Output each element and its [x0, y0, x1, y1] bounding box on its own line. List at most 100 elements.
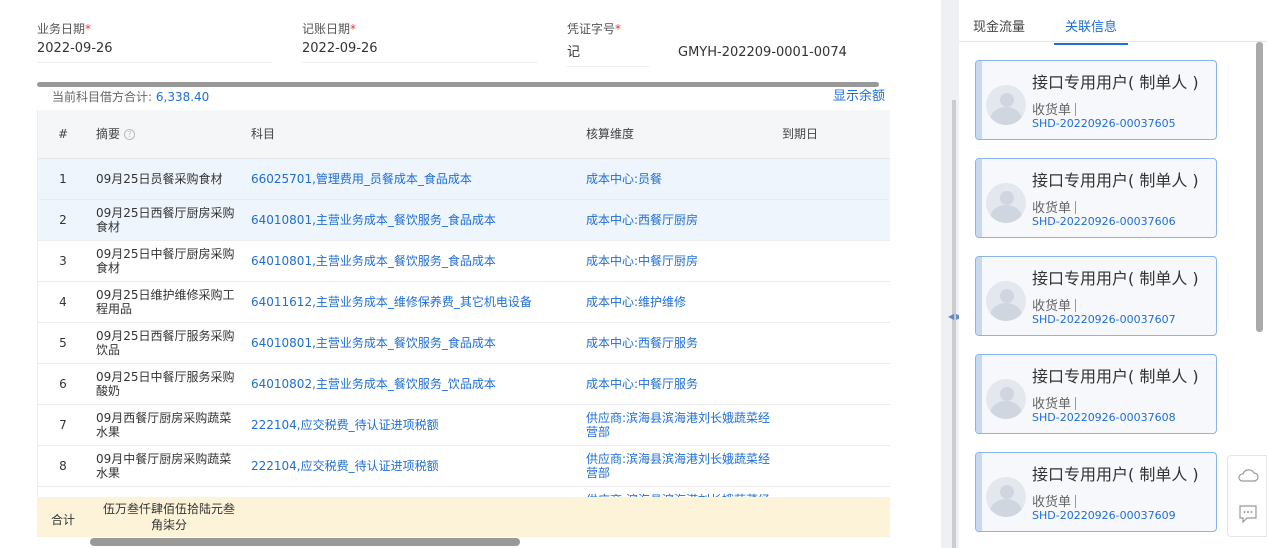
cloud-icon[interactable] [1236, 464, 1260, 488]
row-summary[interactable]: 09月25日中餐厅厨房采购食材 [88, 240, 243, 282]
chat-bubble-icon[interactable] [1236, 502, 1260, 526]
row-summary[interactable]: 09月中餐厅厨房采购蔬菜水果 [88, 445, 243, 487]
row-subject[interactable]: 64010801,主营业务成本_餐饮服务_食品成本 [243, 322, 578, 364]
related-doc-card[interactable]: 接口专用用户( 制单人 ) 收货单 SHD-20220926-00037607 [975, 256, 1217, 336]
right-tabs: 现金流量 关联信息 [959, 16, 1267, 45]
related-doc-card[interactable]: 接口专用用户( 制单人 ) 收货单 SHD-20220926-00037605 [975, 60, 1217, 140]
show-balance-link[interactable]: 显示余额 [833, 85, 885, 104]
card-doc-type-label: 收货单 [1032, 201, 1072, 216]
row-due-date[interactable] [778, 445, 873, 487]
table-row[interactable]: 6 09月25日中餐厅服务采购酸奶 64010802,主营业务成本_餐饮服务_饮… [38, 363, 890, 405]
row-dimension[interactable]: 供应商:滨海县滨海港刘长娥蔬菜经营部 [578, 445, 778, 487]
row-index: 8 [38, 445, 88, 487]
row-dimension[interactable]: 成本中心:中餐厅服务 [578, 363, 778, 405]
avatar [986, 85, 1026, 125]
row-subject[interactable]: 64010802,主营业务成本_餐饮服务_饮品成本 [243, 363, 578, 405]
table-row[interactable]: 2 09月25日西餐厅厨房采购食材 64010801,主营业务成本_餐饮服务_食… [38, 199, 890, 241]
row-due-date[interactable] [778, 199, 873, 241]
header-summary-label: 摘要 [96, 127, 121, 142]
row-subject[interactable]: 64011612,主营业务成本_维修保养费_其它机电设备 [243, 281, 578, 323]
row-summary[interactable]: 09月25日西餐厅服务采购饮品 [88, 322, 243, 364]
bottom-horizontal-scrollbar[interactable] [90, 538, 520, 546]
row-due-date[interactable] [778, 158, 873, 200]
header-due-date: 到期日 [778, 110, 873, 159]
row-dimension[interactable]: 成本中心:西餐厅服务 [578, 322, 778, 364]
card-doc-type: 收货单 [1032, 295, 1077, 314]
header-index: # [38, 110, 88, 159]
card-doc-number[interactable]: SHD-20220926-00037608 [1032, 411, 1176, 424]
tab-related-info[interactable]: 关联信息 [1054, 16, 1129, 45]
splitter-scrollbar[interactable] [952, 100, 956, 548]
row-summary[interactable]: 09月25日中餐厅服务采购酸奶 [88, 363, 243, 405]
card-doc-type-label: 收货单 [1032, 397, 1072, 412]
voucher-table: # 摘要? 科目 核算维度 到期日 1 09月25日员餐采购食材 6602570… [37, 110, 890, 500]
floating-toolbar [1227, 455, 1267, 537]
row-index: 4 [38, 281, 88, 323]
table-row[interactable]: 3 09月25日中餐厅厨房采购食材 64010801,主营业务成本_餐饮服务_食… [38, 240, 890, 282]
card-doc-number[interactable]: SHD-20220926-00037609 [1032, 509, 1176, 522]
help-circle-icon[interactable]: ? [124, 129, 136, 141]
table-row[interactable]: 1 09月25日员餐采购食材 66025701,管理费用_员餐成本_食品成本 成… [38, 158, 890, 200]
row-due-date[interactable] [778, 240, 873, 282]
right-panel-scrollbar[interactable] [1256, 42, 1263, 332]
header-subject: 科目 [243, 110, 578, 159]
table-row[interactable]: 4 09月25日维护维修采购工程用品 64011612,主营业务成本_维修保养费… [38, 281, 890, 323]
related-doc-card[interactable]: 接口专用用户( 制单人 ) 收货单 SHD-20220926-00037609 [975, 452, 1217, 532]
row-subject[interactable]: 66025701,管理费用_员餐成本_食品成本 [243, 158, 578, 200]
row-summary[interactable]: 09月25日西餐厅厨房采购食材 [88, 199, 243, 241]
card-doc-number[interactable]: SHD-20220926-00037607 [1032, 313, 1176, 326]
card-user-name: 接口专用用户 [1032, 465, 1129, 484]
row-subject[interactable]: 222104,应交税费_待认证进项税额 [243, 404, 578, 446]
card-user: 接口专用用户( 制单人 ) [1032, 461, 1199, 485]
row-summary[interactable]: 09月25日维护维修采购工程用品 [88, 281, 243, 323]
posting-date-value[interactable]: 2022-09-26 [302, 41, 537, 63]
card-user: 接口专用用户( 制单人 ) [1032, 167, 1199, 191]
row-subject[interactable]: 64010801,主营业务成本_餐饮服务_食品成本 [243, 199, 578, 241]
related-doc-card[interactable]: 接口专用用户( 制单人 ) 收货单 SHD-20220926-00037608 [975, 354, 1217, 434]
row-due-date[interactable] [778, 281, 873, 323]
business-date-value[interactable]: 2022-09-26 [37, 41, 272, 63]
row-dimension[interactable]: 成本中心:维护维修 [578, 281, 778, 323]
row-index: 3 [38, 240, 88, 282]
row-summary[interactable]: 09月25日员餐采购食材 [88, 158, 243, 200]
row-due-date[interactable] [778, 404, 873, 446]
row-due-date[interactable] [778, 363, 873, 405]
card-user-role: ( 制单人 ) [1128, 465, 1199, 484]
table-row[interactable]: 7 09月西餐厅厨房采购蔬菜水果 222104,应交税费_待认证进项税额 供应商… [38, 404, 890, 446]
related-doc-card[interactable]: 接口专用用户( 制单人 ) 收货单 SHD-20220926-00037606 [975, 158, 1217, 238]
card-user-role: ( 制单人 ) [1128, 171, 1199, 190]
card-doc-type: 收货单 [1032, 99, 1077, 118]
card-user-role: ( 制单人 ) [1128, 73, 1199, 92]
table-row[interactable]: 8 09月中餐厅厨房采购蔬菜水果 222104,应交税费_待认证进项税额 供应商… [38, 445, 890, 487]
top-horizontal-scrollbar[interactable] [37, 82, 879, 87]
card-user-name: 接口专用用户 [1032, 367, 1129, 386]
row-index: 2 [38, 199, 88, 241]
business-date-field[interactable]: 业务日期* 2022-09-26 [37, 20, 272, 63]
voucher-word-value[interactable]: 记 [567, 41, 649, 67]
debit-sum-label: 当前科目借方合计: [52, 90, 153, 104]
tab-cash-flow[interactable]: 现金流量 [973, 16, 1025, 43]
panel-splitter[interactable] [941, 0, 959, 548]
required-mark: * [85, 22, 92, 36]
card-user: 接口专用用户( 制单人 ) [1032, 363, 1199, 387]
row-index: 6 [38, 363, 88, 405]
row-due-date[interactable] [778, 322, 873, 364]
row-subject[interactable]: 64010801,主营业务成本_餐饮服务_食品成本 [243, 240, 578, 282]
avatar [986, 281, 1026, 321]
card-doc-type-label: 收货单 [1032, 495, 1072, 510]
card-user: 接口专用用户( 制单人 ) [1032, 69, 1199, 93]
row-subject[interactable]: 222104,应交税费_待认证进项税额 [243, 445, 578, 487]
row-dimension[interactable]: 供应商:滨海县滨海港刘长娥蔬菜经营部 [578, 404, 778, 446]
table-row[interactable]: 5 09月25日西餐厅服务采购饮品 64010801,主营业务成本_餐饮服务_食… [38, 322, 890, 364]
voucher-word-field[interactable]: 凭证字号* 记 [567, 20, 649, 67]
voucher-number: GMYH-202209-0001-0074 [678, 45, 847, 60]
row-dimension[interactable]: 成本中心:员餐 [578, 158, 778, 200]
row-dimension[interactable]: 成本中心:西餐厅厨房 [578, 199, 778, 241]
row-dimension[interactable]: 成本中心:中餐厅厨房 [578, 240, 778, 282]
row-summary[interactable]: 09月西餐厅厨房采购蔬菜水果 [88, 404, 243, 446]
card-doc-number[interactable]: SHD-20220926-00037605 [1032, 117, 1176, 130]
card-doc-number[interactable]: SHD-20220926-00037606 [1032, 215, 1176, 228]
voucher-panel: 业务日期* 2022-09-26 记账日期* 2022-09-26 凭证字号* … [0, 0, 941, 548]
posting-date-field[interactable]: 记账日期* 2022-09-26 [302, 20, 537, 63]
card-doc-type: 收货单 [1032, 197, 1077, 216]
